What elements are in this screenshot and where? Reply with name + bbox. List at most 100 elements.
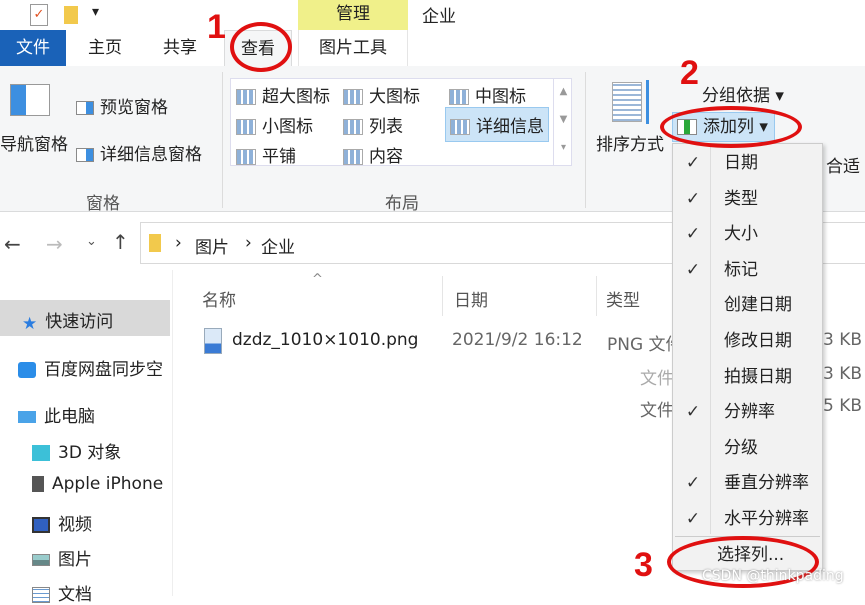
column-header-name[interactable]: 名称 — [202, 286, 236, 311]
png-file-icon — [204, 328, 222, 354]
details-pane-icon — [76, 148, 94, 162]
sidebar-item-this-pc[interactable]: 此电脑 — [18, 402, 95, 427]
label: 百度网盘同步空 — [44, 360, 163, 380]
column-divider[interactable] — [442, 276, 443, 316]
sort-icon — [612, 82, 642, 122]
file-date: 2021/9/2 16:12 — [452, 330, 583, 350]
menu-item[interactable]: 修改日期 — [673, 324, 822, 358]
label: 列表 — [369, 117, 403, 137]
menu-item[interactable]: ✓ 水平分辨率 — [673, 502, 822, 536]
label: 图片 — [58, 550, 92, 570]
folder-icon[interactable] — [64, 6, 78, 24]
menu-item-label: 创建日期 — [724, 295, 792, 316]
extra-large-icons-icon — [236, 89, 256, 105]
watermark: CSDN @thinkpading — [702, 568, 844, 584]
menu-item[interactable]: 创建日期 — [673, 288, 822, 322]
customize-toolbar-dropdown[interactable]: ▾ — [92, 4, 99, 20]
large-icons-icon — [343, 89, 363, 105]
label: 超大图标 — [262, 87, 330, 107]
sidebar-item-quick-access[interactable]: ★ 快速访问 — [22, 307, 114, 334]
sidebar-item-iphone[interactable]: Apple iPhone — [32, 474, 163, 494]
menu-item-label: 类型 — [724, 188, 758, 209]
layout-tiles[interactable]: 平铺 — [236, 142, 296, 167]
layout-content[interactable]: 内容 — [343, 142, 403, 167]
annotation-number-3: 3 — [634, 546, 653, 584]
menu-item-label: 修改日期 — [724, 331, 792, 351]
sort-by-button[interactable]: 排序方式 — [596, 130, 664, 155]
preview-pane-button[interactable]: 预览窗格 — [76, 93, 168, 118]
label: 大图标 — [369, 87, 420, 107]
menu-item[interactable]: ✓ 类型 — [673, 182, 822, 216]
label: 快速访问 — [45, 312, 114, 332]
sort-arrow-icon — [646, 80, 649, 124]
navigation-pane-icon — [10, 84, 50, 116]
checkmark-icon: ✓ — [685, 509, 701, 529]
file-type: 文件 — [640, 369, 674, 389]
menu-item-label: 标记 — [724, 259, 758, 280]
column-divider[interactable] — [596, 276, 597, 316]
menu-item-label: 分辨率 — [724, 402, 775, 423]
label: 详细信息 — [476, 117, 544, 137]
layout-medium-icons[interactable]: 中图标 — [449, 82, 526, 107]
layout-large-icons[interactable]: 大图标 — [343, 82, 420, 107]
tab-file[interactable]: 文件 — [0, 30, 66, 66]
menu-item[interactable]: ✓ 标记 — [673, 253, 822, 287]
annotation-number-2: 2 — [680, 54, 699, 92]
video-icon — [32, 517, 50, 533]
menu-item-label: 分级 — [724, 437, 758, 458]
label: 文档 — [58, 585, 92, 605]
small-icons-icon — [236, 119, 256, 135]
star-icon: ★ — [22, 314, 38, 334]
layout-small-icons[interactable]: 小图标 — [236, 112, 313, 137]
properties-icon[interactable]: ✓ — [30, 4, 48, 26]
menu-item[interactable]: ✓ 大小 — [673, 217, 822, 251]
menu-item[interactable]: ✓ 日期 — [673, 146, 822, 180]
column-header-date[interactable]: 日期 — [454, 286, 488, 311]
gallery-scrollbar[interactable]: ▲ ▼ ▾ — [553, 78, 573, 166]
context-tab-manage[interactable]: 管理 — [298, 0, 408, 30]
menu-item-label: 日期 — [724, 153, 758, 173]
tab-home[interactable]: 主页 — [70, 30, 140, 66]
cube-icon — [32, 445, 50, 461]
checkmark-icon: ✓ — [685, 473, 701, 494]
sidebar-item-videos[interactable]: 视频 — [32, 510, 92, 535]
sidebar-item-3d-objects[interactable]: 3D 对象 — [32, 438, 121, 463]
navigation-pane-button[interactable]: 导航窗格 — [0, 130, 68, 155]
sidebar-item-documents[interactable]: 文档 — [32, 580, 92, 605]
checkmark-icon: ✓ — [685, 153, 701, 173]
breadcrumb-enterprise[interactable]: 企业 — [261, 233, 295, 258]
window-title: 企业 — [422, 7, 456, 27]
details-pane-button[interactable]: 详细信息窗格 — [76, 140, 202, 165]
medium-icons-icon — [449, 89, 469, 105]
baidu-netdisk-icon — [18, 362, 36, 378]
content-icon — [343, 149, 363, 165]
menu-item[interactable]: ✓ 垂直分辨率 — [673, 466, 822, 500]
folder-icon — [149, 234, 161, 252]
label: 小图标 — [262, 117, 313, 137]
label: 3D 对象 — [58, 443, 122, 463]
sidebar-item-pictures[interactable]: 图片 — [32, 545, 92, 570]
annotation-circle-view-tab — [230, 22, 292, 72]
tab-picture-tools[interactable]: 图片工具 — [298, 30, 408, 66]
breadcrumb-sep: › — [175, 233, 182, 253]
tab-share[interactable]: 共享 — [144, 30, 216, 66]
back-button[interactable]: ← — [4, 232, 21, 256]
menu-item[interactable]: 分级 — [673, 431, 822, 465]
forward-button[interactable]: → — [46, 232, 63, 256]
label: 中图标 — [475, 87, 526, 107]
up-button[interactable]: ↑ — [112, 230, 129, 254]
sidebar-item-baidu[interactable]: 百度网盘同步空 — [18, 355, 163, 380]
menu-item[interactable]: 拍摄日期 — [673, 360, 822, 394]
layout-extra-large-icons[interactable]: 超大图标 — [236, 82, 330, 107]
menu-item-label: 水平分辨率 — [724, 509, 809, 529]
breadcrumb-pictures[interactable]: 图片 — [195, 233, 229, 258]
menu-item[interactable]: ✓ 分辨率 — [673, 395, 822, 429]
size-columns-to-fit-partial[interactable]: 合适 — [826, 152, 860, 177]
checkmark-icon: ✓ — [685, 402, 701, 423]
layout-list[interactable]: 列表 — [343, 112, 403, 137]
recent-dropdown[interactable]: ⌄ — [86, 234, 97, 249]
layout-details[interactable]: 详细信息 — [445, 107, 549, 142]
file-size: 3 KB — [823, 364, 863, 384]
column-header-type[interactable]: 类型 — [606, 286, 640, 311]
preview-pane-label: 预览窗格 — [100, 98, 168, 118]
